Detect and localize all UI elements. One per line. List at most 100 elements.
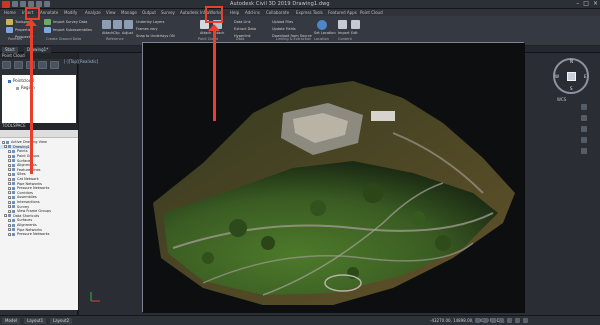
close-icon[interactable]: ×	[593, 1, 598, 7]
tab-annotate[interactable]: Annotate	[40, 10, 58, 15]
application-menu-icon[interactable]	[2, 1, 10, 8]
expand-icon[interactable]: +	[4, 214, 8, 218]
showmotion-icon[interactable]	[581, 148, 587, 154]
ribbon-item[interactable]: Import	[338, 31, 350, 35]
toolspace-icon[interactable]	[6, 19, 13, 25]
tab-output[interactable]: Output	[142, 10, 156, 15]
tab-add-ins[interactable]: Add-ins	[245, 10, 260, 15]
ribbon-item[interactable]: Update Fields	[272, 27, 296, 31]
tab-collaborate[interactable]: Collaborate	[266, 10, 289, 15]
grid-icon[interactable]	[475, 318, 480, 323]
ribbon-item[interactable]: Import Subassemblies	[53, 28, 92, 32]
adjust-icon[interactable]	[124, 20, 133, 29]
expand-icon[interactable]: +	[8, 232, 12, 236]
tab-featured-apps[interactable]: Featured Apps	[328, 10, 357, 15]
attach-icon[interactable]	[102, 20, 111, 29]
highlight-arrow	[213, 29, 216, 121]
tab-help[interactable]: Help	[230, 10, 239, 15]
redo-icon[interactable]	[44, 1, 50, 7]
expand-icon[interactable]: +	[8, 228, 12, 232]
import-subassemblies-icon[interactable]	[44, 27, 51, 33]
ribbon-item[interactable]: Data Link	[234, 20, 251, 24]
expand-icon[interactable]: +	[8, 159, 12, 163]
layout-tab-model[interactable]: Model	[2, 318, 21, 324]
tab-home[interactable]: Home	[4, 10, 16, 15]
expand-icon[interactable]: +	[8, 172, 12, 176]
ribbon-item[interactable]: Snap to Underlays ON	[136, 34, 175, 38]
ribbon-item[interactable]: Attach	[200, 31, 211, 35]
zoom-icon[interactable]	[581, 126, 587, 132]
tab-survey[interactable]: Survey	[161, 10, 175, 15]
tab-modify[interactable]: Modify	[64, 10, 77, 15]
orbit-icon[interactable]	[581, 137, 587, 143]
expand-icon[interactable]: +	[8, 168, 12, 172]
expand-icon[interactable]: +	[8, 223, 12, 227]
tab-view[interactable]: View	[106, 10, 116, 15]
ribbon-item[interactable]: Frames vary	[136, 27, 158, 31]
tab-point-cloud[interactable]: Point Cloud	[360, 10, 383, 15]
expand-icon[interactable]: +	[8, 182, 12, 186]
globe-icon[interactable]	[317, 20, 327, 30]
compass-east[interactable]: E	[584, 74, 587, 79]
ribbon-item[interactable]: Attach	[102, 31, 113, 35]
collection-icon	[12, 232, 15, 236]
compass-south[interactable]: S	[570, 86, 573, 91]
expand-icon[interactable]: +	[8, 163, 12, 167]
point-cloud-tool-icon[interactable]	[38, 61, 47, 69]
import-icon[interactable]	[338, 20, 347, 29]
expand-icon[interactable]: +	[8, 186, 12, 190]
expand-icon[interactable]: +	[8, 205, 12, 209]
prospector-item[interactable]: + Pressure Networks	[0, 232, 50, 237]
viewport-controls[interactable]: [-][Top][Realistic]	[64, 59, 98, 64]
collection-icon	[12, 195, 15, 199]
properties-icon[interactable]	[6, 27, 13, 33]
wcs-menu[interactable]: WCS	[557, 97, 566, 102]
tab-analyze[interactable]: Analyze	[85, 10, 101, 15]
expand-icon[interactable]: +	[8, 209, 12, 213]
ribbon-item[interactable]: Import Survey Data	[53, 20, 87, 24]
expand-icon[interactable]: +	[8, 218, 12, 222]
ribbon-item[interactable]: Upload Files	[272, 20, 293, 24]
ribbon-item[interactable]: Set Location	[314, 31, 336, 35]
layout-tab-1[interactable]: Layout1	[24, 318, 47, 324]
edit-icon[interactable]	[351, 20, 360, 29]
ortho-icon[interactable]	[491, 318, 496, 323]
viewcube-top-face[interactable]	[567, 72, 576, 81]
expand-icon[interactable]: +	[8, 154, 12, 158]
point-cloud-tool-icon[interactable]	[2, 61, 11, 69]
clip-icon[interactable]	[113, 20, 122, 29]
expand-icon[interactable]: +	[8, 200, 12, 204]
expand-icon[interactable]: +	[4, 145, 8, 149]
ribbon-item[interactable]: Extract Data	[234, 27, 256, 31]
expand-icon[interactable]: +	[2, 140, 6, 144]
viewcube[interactable]: N S E W	[553, 58, 589, 94]
customize-icon[interactable]	[523, 318, 528, 323]
point-cloud-tool-icon[interactable]	[14, 61, 23, 69]
expand-icon[interactable]: +	[8, 195, 12, 199]
steering-wheel-icon[interactable]	[581, 104, 587, 110]
snap-icon[interactable]	[483, 318, 488, 323]
ribbon-group-title: Data	[236, 37, 245, 41]
compass-north[interactable]: N	[570, 59, 573, 64]
lineweight-icon[interactable]	[515, 318, 520, 323]
ribbon-item[interactable]: Underlay Layers	[136, 20, 164, 24]
expand-icon[interactable]: +	[8, 191, 12, 195]
point-cloud-frame[interactable]	[142, 42, 525, 313]
tab-express-tools[interactable]: Express Tools	[296, 10, 323, 15]
new-icon[interactable]	[12, 1, 18, 7]
point-cloud-tool-icon[interactable]	[50, 61, 59, 69]
maximize-icon[interactable]: □	[583, 1, 589, 7]
osnap-icon[interactable]	[507, 318, 512, 323]
compass-west[interactable]: W	[555, 74, 559, 79]
tab-manage[interactable]: Manage	[121, 10, 137, 15]
ribbon-item[interactable]: Edit	[351, 31, 358, 35]
ribbon-item[interactable]: Adjust	[122, 31, 133, 35]
import-survey-icon[interactable]	[44, 19, 51, 25]
layout-tab-2[interactable]: Layout2	[50, 318, 73, 324]
polar-icon[interactable]	[499, 318, 504, 323]
pan-icon[interactable]	[581, 115, 587, 121]
minimize-icon[interactable]: –	[576, 1, 579, 7]
expand-icon[interactable]: +	[8, 149, 12, 153]
ribbon-item[interactable]: Clip	[113, 31, 120, 35]
expand-icon[interactable]: +	[8, 177, 12, 181]
